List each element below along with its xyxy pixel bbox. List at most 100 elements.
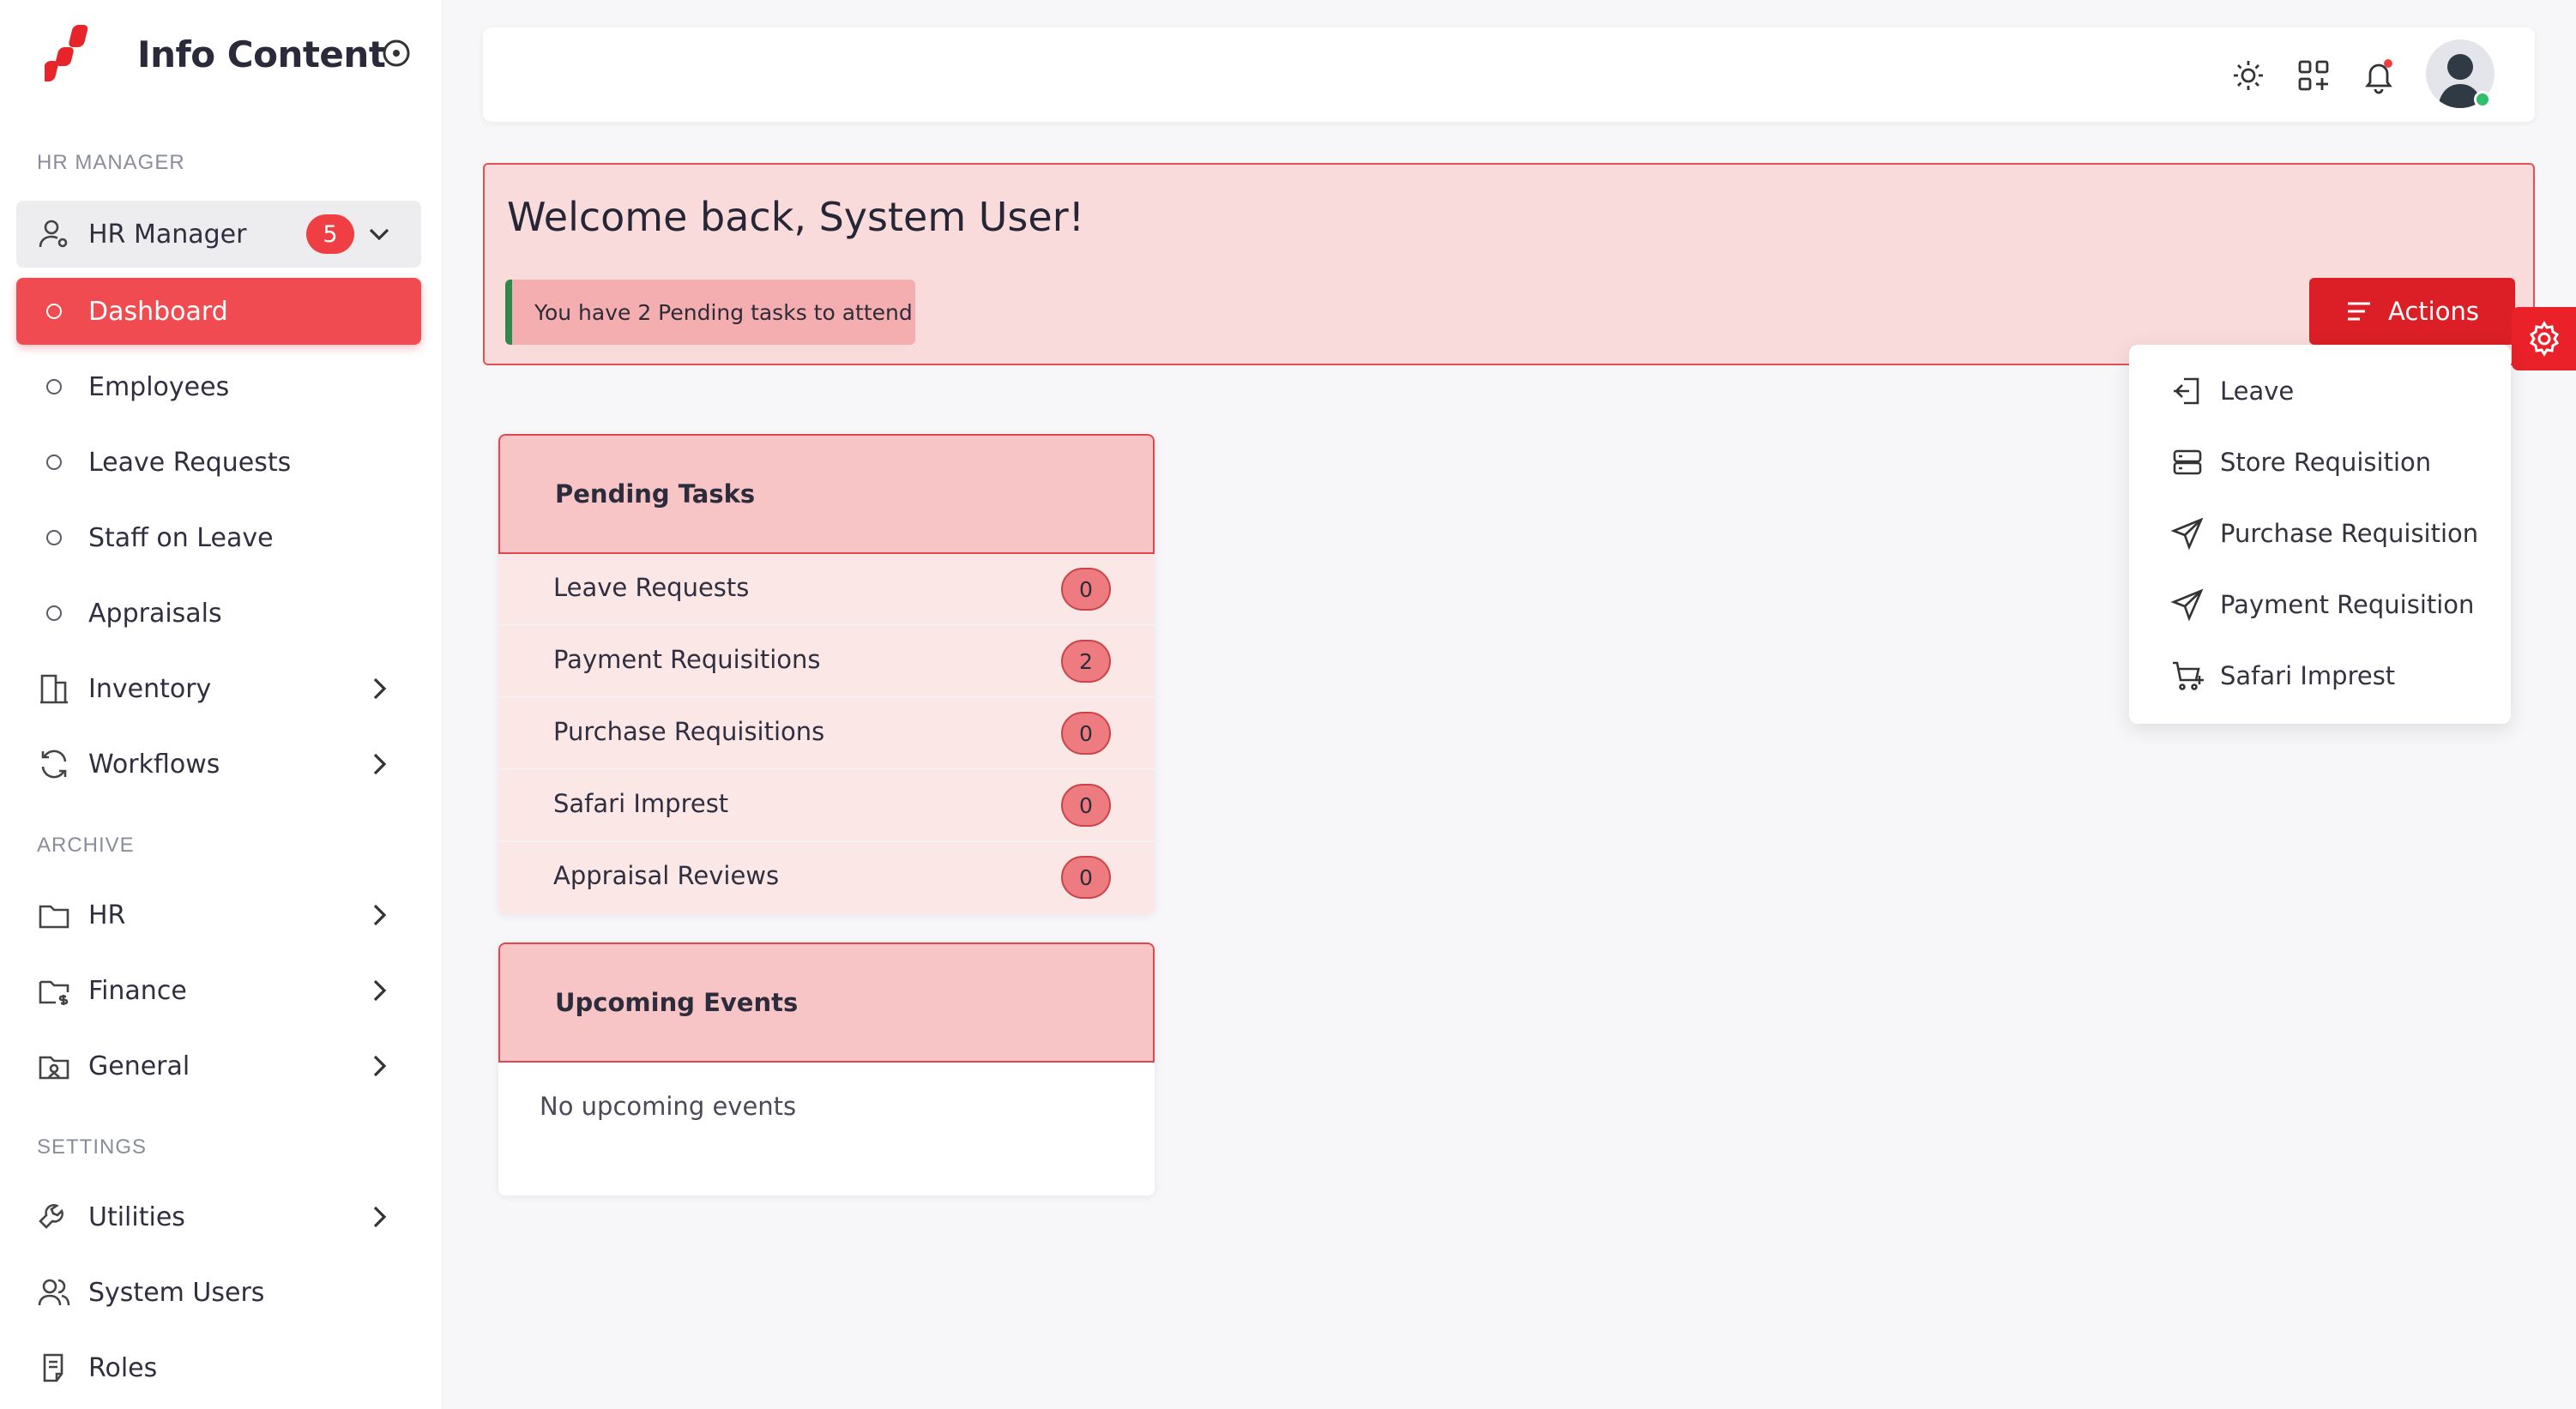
- task-label: Purchase Requisitions: [553, 717, 825, 746]
- sidebar-item-label: Utilities: [88, 1201, 185, 1232]
- actions-button-label: Actions: [2388, 297, 2479, 326]
- menu-item-safari-imprest[interactable]: Safari Imprest: [2170, 650, 2496, 701]
- bell-icon[interactable]: [2360, 57, 2398, 94]
- task-label: Payment Requisitions: [553, 645, 821, 674]
- chevron-right-icon: [373, 1055, 387, 1077]
- send-icon: [2170, 588, 2204, 622]
- cart-plus-icon: [2173, 661, 2204, 690]
- menu-item-leave[interactable]: Leave: [2170, 365, 2496, 417]
- upcoming-events-card: Upcoming Events No upcoming events: [498, 942, 1155, 1195]
- theme-toggle-icon[interactable]: [2229, 57, 2267, 94]
- user-icon: [37, 217, 71, 251]
- apps-grid-icon[interactable]: [2295, 57, 2332, 94]
- folder-image-icon: [37, 1049, 71, 1083]
- settings-fab[interactable]: [2512, 307, 2576, 370]
- task-count-badge: 0: [1061, 784, 1111, 827]
- sidebar-item-label: Finance: [88, 975, 187, 1006]
- task-row[interactable]: Safari Imprest 0: [498, 770, 1155, 842]
- building-icon: [37, 671, 71, 706]
- circle-icon: [37, 445, 71, 479]
- task-row[interactable]: Appraisal Reviews 0: [498, 842, 1155, 914]
- chevron-right-icon: [373, 677, 387, 700]
- clipboard-icon: [37, 1351, 71, 1385]
- task-row[interactable]: Payment Requisitions 2: [498, 626, 1155, 698]
- users-icon: [37, 1275, 71, 1310]
- sidebar-item-workflows[interactable]: Workflows: [16, 731, 421, 798]
- sidebar-toggle-icon[interactable]: [381, 38, 412, 69]
- sidebar: Info Content HR MANAGER HR Manager 5 Das…: [0, 0, 443, 1409]
- send-icon: [2170, 517, 2204, 551]
- sidebar-item-dashboard[interactable]: Dashboard: [16, 278, 421, 345]
- actions-dropdown-menu: Leave Store Requisition Purchase Requisi…: [2129, 345, 2511, 724]
- folder-icon: [37, 898, 71, 932]
- sidebar-item-finance[interactable]: Finance: [16, 957, 421, 1024]
- sidebar-item-label: Dashboard: [88, 296, 228, 327]
- pending-tasks-card: Pending Tasks Leave Requests 0 Payment R…: [498, 434, 1155, 914]
- brand-logo-icon: [45, 25, 88, 81]
- empty-state-text: No upcoming events: [540, 1092, 797, 1121]
- chevron-right-icon: [373, 1206, 387, 1228]
- welcome-title: Welcome back, System User!: [507, 194, 1085, 240]
- wrench-icon: [37, 1200, 71, 1234]
- task-row[interactable]: Purchase Requisitions 0: [498, 698, 1155, 770]
- server-icon: [2173, 449, 2202, 475]
- upcoming-events-title: Upcoming Events: [498, 942, 1155, 1063]
- sidebar-item-label: Appraisals: [88, 598, 222, 629]
- sidebar-item-roles[interactable]: Roles: [16, 1334, 421, 1401]
- task-label: Safari Imprest: [553, 789, 729, 818]
- menu-item-store-requisition[interactable]: Store Requisition: [2170, 437, 2496, 488]
- chevron-right-icon: [373, 753, 387, 775]
- task-label: Leave Requests: [553, 573, 750, 602]
- menu-item-purchase-requisition[interactable]: Purchase Requisition: [2170, 508, 2496, 559]
- menu-item-label: Store Requisition: [2220, 448, 2432, 477]
- online-status-dot: [2474, 91, 2491, 108]
- brand[interactable]: Info Content: [45, 15, 386, 93]
- circle-icon: [37, 370, 71, 404]
- welcome-banner: Welcome back, System User! You have 2 Pe…: [483, 163, 2535, 365]
- folder-dollar-icon: [37, 973, 71, 1008]
- top-bar: [483, 27, 2535, 122]
- sidebar-item-appraisals[interactable]: Appraisals: [16, 580, 421, 647]
- circle-icon: [37, 294, 71, 328]
- sidebar-item-leave-requests[interactable]: Leave Requests: [16, 429, 421, 496]
- sidebar-item-label: Workflows: [88, 749, 220, 780]
- task-count-badge: 0: [1061, 568, 1111, 611]
- task-count-badge: 0: [1061, 712, 1111, 755]
- section-label-archive: ARCHIVE: [37, 834, 135, 857]
- sidebar-item-staff-on-leave[interactable]: Staff on Leave: [16, 504, 421, 571]
- sidebar-item-utilities[interactable]: Utilities: [16, 1183, 421, 1250]
- sidebar-group-hr-manager[interactable]: HR Manager 5: [16, 201, 421, 268]
- task-count-badge: 2: [1061, 640, 1111, 683]
- menu-item-label: Leave: [2220, 376, 2295, 406]
- sidebar-item-label: General: [88, 1051, 190, 1081]
- sidebar-item-employees[interactable]: Employees: [16, 353, 421, 420]
- section-label-settings: SETTINGS: [37, 1135, 148, 1159]
- section-label-hr-manager: HR MANAGER: [37, 151, 185, 174]
- sidebar-item-label: Staff on Leave: [88, 522, 274, 553]
- sidebar-item-label: System Users: [88, 1277, 265, 1308]
- menu-item-payment-requisition[interactable]: Payment Requisition: [2170, 579, 2496, 630]
- actions-button[interactable]: Actions: [2309, 278, 2515, 345]
- task-label: Appraisal Reviews: [553, 861, 780, 890]
- sidebar-item-label: Employees: [88, 371, 230, 402]
- notification-badge: 5: [306, 214, 354, 254]
- sidebar-item-hr[interactable]: HR: [16, 882, 421, 948]
- sidebar-group-label: HR Manager: [88, 219, 247, 250]
- gear-icon: [2529, 321, 2559, 357]
- sign-in-icon: [2174, 377, 2199, 405]
- sidebar-item-general[interactable]: General: [16, 1033, 421, 1099]
- sidebar-item-label: Roles: [88, 1352, 158, 1383]
- sidebar-item-inventory[interactable]: Inventory: [16, 655, 421, 722]
- pending-tasks-title: Pending Tasks: [498, 434, 1155, 554]
- chevron-right-icon: [373, 904, 387, 926]
- upcoming-events-body: No upcoming events: [498, 1063, 1155, 1195]
- pending-tasks-alert: You have 2 Pending tasks to attend: [505, 280, 915, 345]
- task-count-badge: 0: [1061, 856, 1111, 899]
- app-title: Info Content: [137, 33, 386, 75]
- chevron-down-icon: [369, 228, 389, 241]
- menu-item-label: Purchase Requisition: [2220, 519, 2479, 548]
- menu-item-label: Safari Imprest: [2220, 661, 2396, 690]
- task-row[interactable]: Leave Requests 0: [498, 554, 1155, 626]
- sidebar-item-system-users[interactable]: System Users: [16, 1259, 421, 1326]
- sidebar-item-label: HR: [88, 900, 126, 930]
